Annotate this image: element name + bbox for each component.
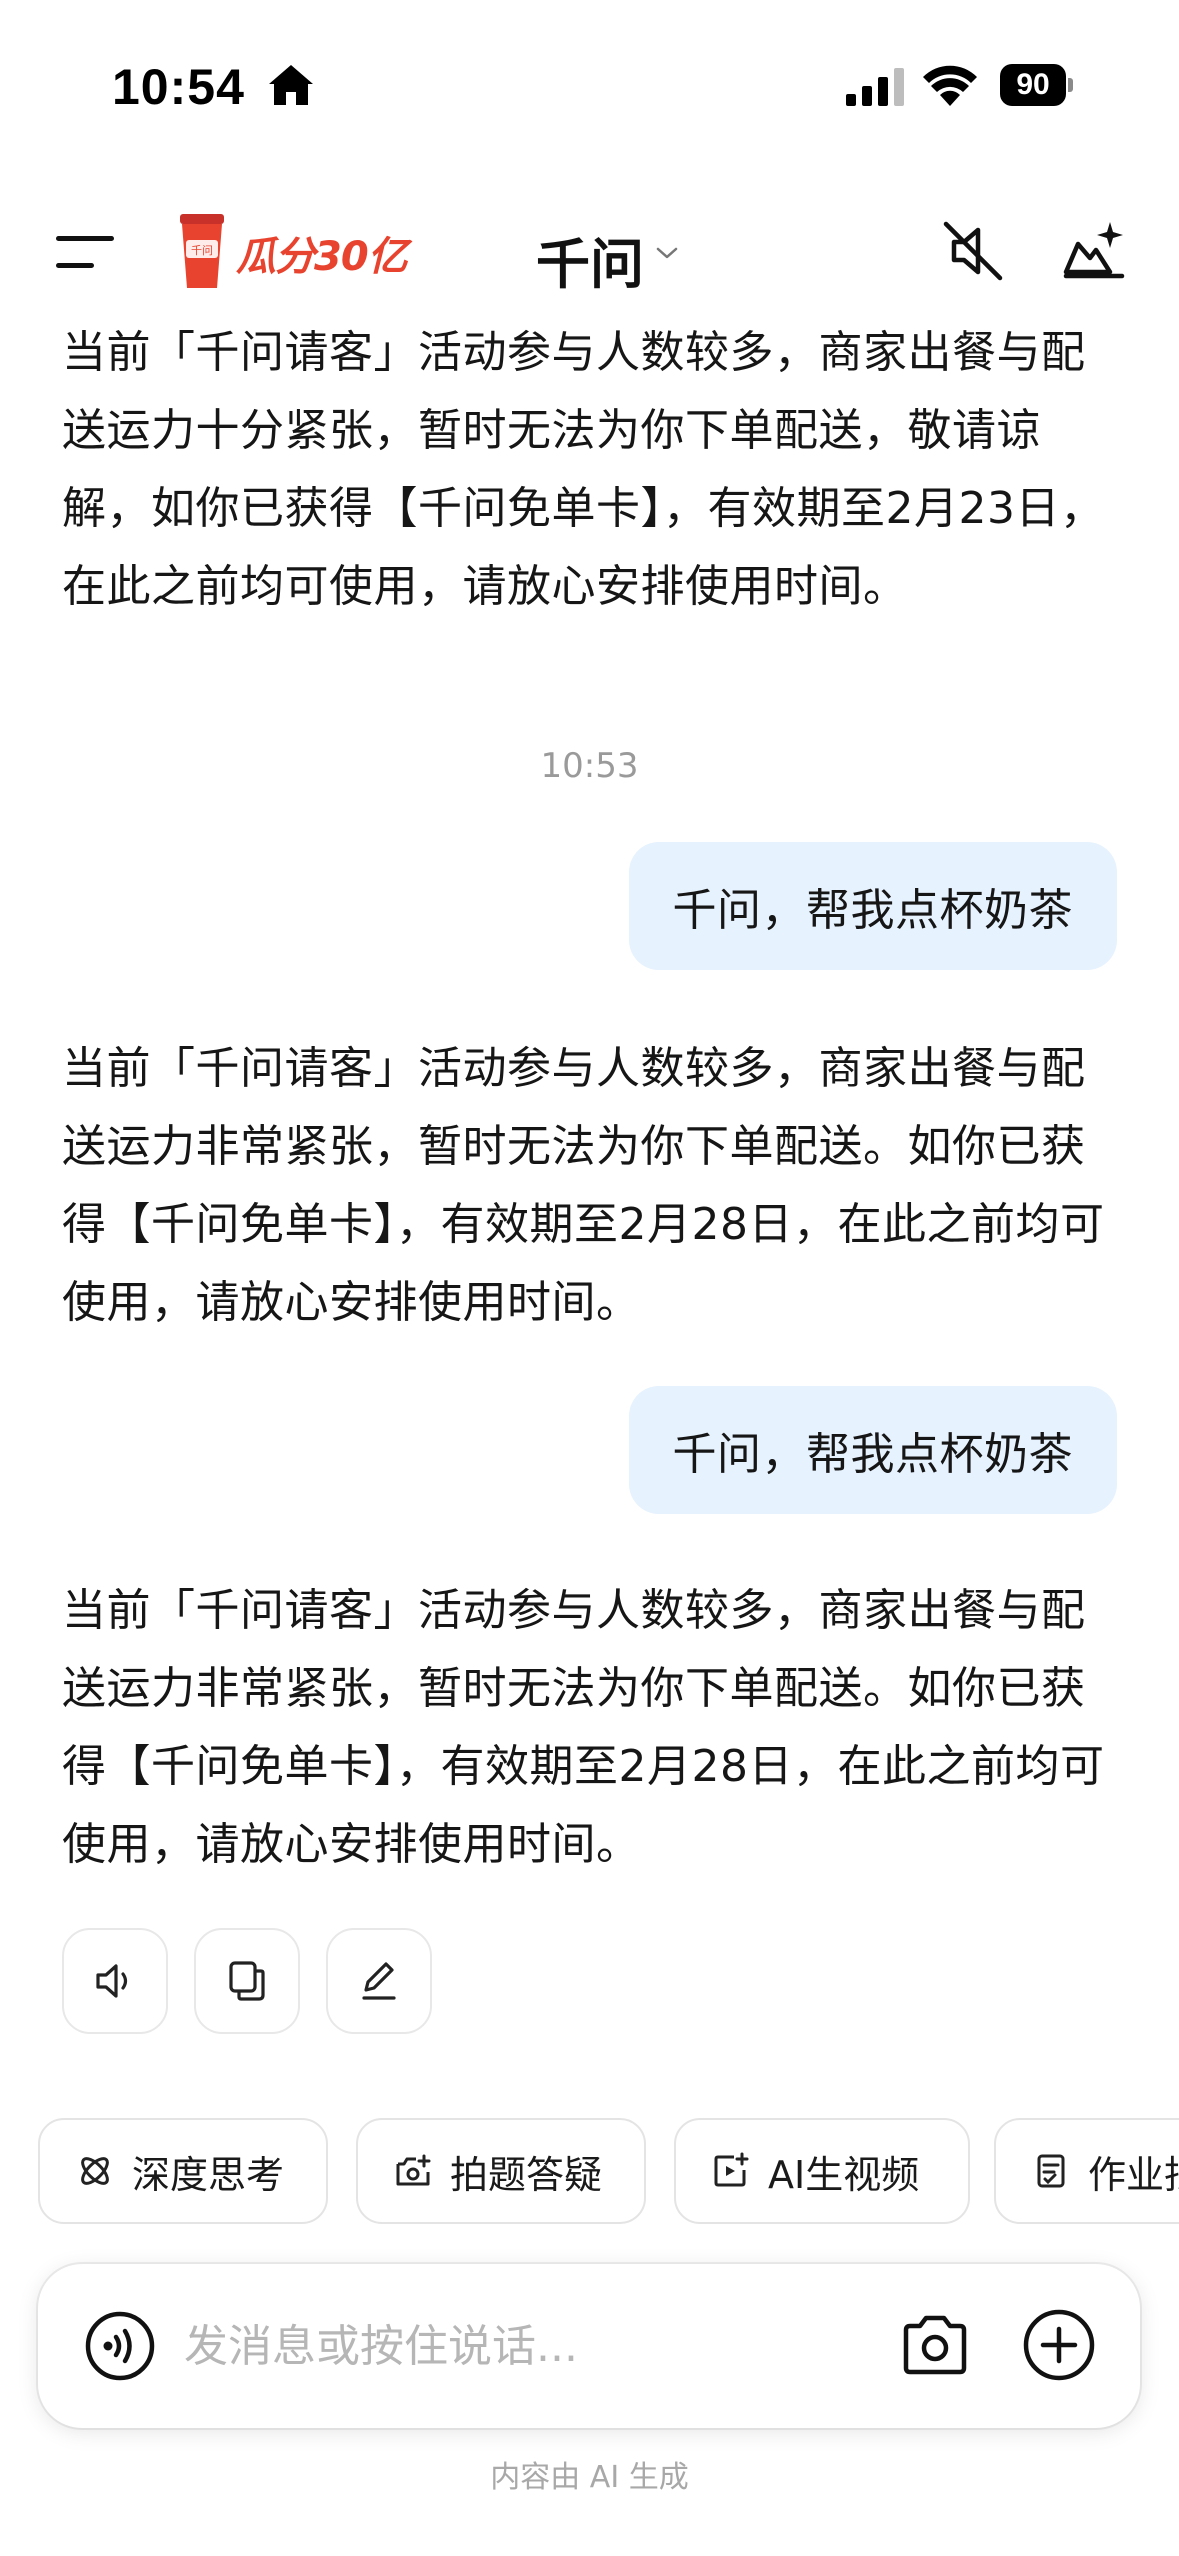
bot-message: 当前「千问请客」活动参与人数较多，商家出餐与配送运力非常紧张，暂时无法为你下单配… xyxy=(62,1585,1105,1870)
chip-label: 作业批改 xyxy=(1088,2152,1179,2197)
cellular-signal-icon xyxy=(846,68,904,106)
chat-screen: 10:54 90 千问 瓜分30亿 千问 当前「千问请客」活动参与人数较多，商家… xyxy=(0,0,1179,2556)
speaker-icon xyxy=(96,1964,128,1998)
edit-button[interactable] xyxy=(326,1928,432,2034)
video-plus-icon xyxy=(714,2152,749,2187)
user-message-bubble[interactable]: 千问，帮我点杯奶茶 xyxy=(628,1386,1117,1514)
home-icon xyxy=(269,65,313,105)
camera-icon[interactable] xyxy=(900,2312,970,2378)
wifi-icon xyxy=(923,65,977,106)
promo-banner-text[interactable]: 瓜分30亿 xyxy=(236,224,408,282)
quick-action-chips: 深度思考 拍题答疑 AI生视频 作业批改 xyxy=(0,2118,1179,2228)
ai-disclaimer: 内容由 AI 生成 xyxy=(490,2460,689,2495)
chip-label: 拍题答疑 xyxy=(450,2152,603,2197)
chevron-down-icon[interactable] xyxy=(656,246,678,260)
home-indicator xyxy=(0,2520,1179,2556)
menu-icon[interactable] xyxy=(56,232,116,272)
promo-cup-icon[interactable]: 千问 xyxy=(176,212,228,290)
homework-icon xyxy=(1037,2154,1065,2188)
new-chat-sparkle-icon[interactable] xyxy=(1060,214,1130,284)
speaker-muted-icon[interactable] xyxy=(940,218,1006,284)
voice-input-icon[interactable] xyxy=(84,2310,156,2382)
app-title[interactable]: 千问 xyxy=(536,220,644,299)
battery-indicator: 90 xyxy=(1000,64,1073,106)
bot-message: 当前「千问请客」活动参与人数较多，商家出餐与配送运力十分紧张，暂时无法为你下单配… xyxy=(62,327,1105,612)
chip-label: AI生视频 xyxy=(768,2152,920,2197)
chip-label: 深度思考 xyxy=(132,2152,285,2197)
atom-icon xyxy=(81,2157,109,2185)
svg-text:千问: 千问 xyxy=(191,244,213,257)
user-message-bubble[interactable]: 千问，帮我点杯奶茶 xyxy=(628,842,1117,970)
battery-cap xyxy=(1068,78,1073,92)
read-aloud-button[interactable] xyxy=(62,1928,168,2034)
chip-ai-video[interactable]: AI生视频 xyxy=(674,2118,970,2224)
message-composer xyxy=(38,2264,1140,2428)
bot-message: 当前「千问请客」活动参与人数较多，商家出餐与配送运力非常紧张，暂时无法为你下单配… xyxy=(62,1043,1105,1328)
message-timestamp: 10:53 xyxy=(540,746,639,786)
status-time: 10:54 xyxy=(112,59,245,115)
plus-icon[interactable] xyxy=(1022,2308,1096,2382)
chip-homework[interactable]: 作业批改 xyxy=(994,2118,1179,2224)
copy-button[interactable] xyxy=(194,1928,300,2034)
copy-icon xyxy=(229,1961,265,2001)
edit-icon xyxy=(362,1962,396,2000)
camera-plus-icon xyxy=(396,2154,431,2186)
chip-deep-think[interactable]: 深度思考 xyxy=(38,2118,328,2224)
message-input[interactable] xyxy=(184,2308,764,2384)
chip-photo-question[interactable]: 拍题答疑 xyxy=(356,2118,646,2224)
battery-level: 90 xyxy=(1000,64,1066,106)
